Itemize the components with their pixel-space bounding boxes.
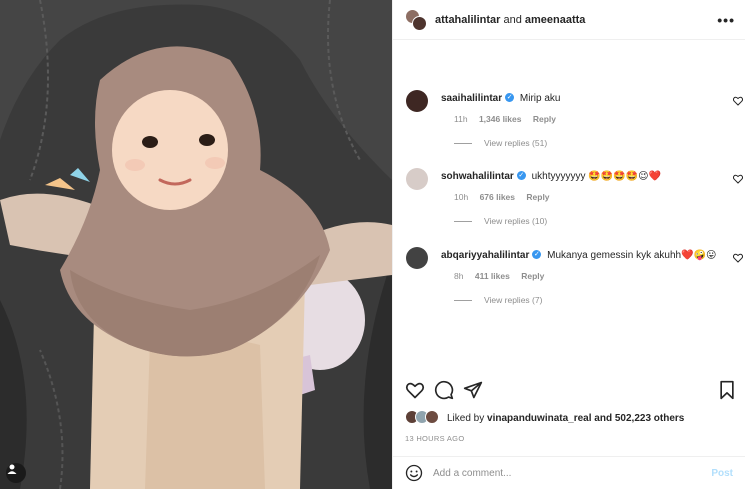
comment-meta: 10h 676 likes Reply (454, 192, 745, 202)
comment-age: 10h (454, 192, 469, 202)
comment-input[interactable]: Add a comment... (433, 468, 711, 479)
comment-likes[interactable]: 1,346 likes (479, 114, 522, 124)
emoji-smiley-icon[interactable] (405, 464, 423, 482)
view-replies-label: View replies (10) (484, 216, 548, 226)
author-conjunction: and (503, 13, 522, 26)
like-comment-heart-icon[interactable] (733, 96, 743, 106)
comment-username[interactable]: sohwahalilintar (441, 171, 514, 182)
post-timestamp: 13 HOURS AGO (405, 434, 465, 443)
verified-badge-icon: ✓ (532, 250, 542, 260)
liked-by-user-link[interactable]: vinapanduwinata_real (487, 413, 591, 424)
avatar[interactable] (406, 168, 428, 190)
more-options-icon[interactable]: ••• (717, 12, 735, 28)
comment-item: sohwahalilintar ✓ ukhtyyyyyyy 🤩🤩🤩🤩😉❤️ 10h… (393, 156, 745, 235)
post-actions-bar (405, 378, 737, 402)
like-heart-icon[interactable] (405, 380, 425, 400)
verified-badge-icon: ✓ (505, 93, 515, 103)
save-bookmark-icon[interactable] (717, 380, 737, 400)
liked-by-avatars (405, 410, 441, 426)
reply-button[interactable]: Reply (526, 192, 549, 202)
share-paper-plane-icon[interactable] (463, 380, 483, 400)
liked-by-summary: Liked by vinapanduwinata_real and 502,22… (405, 410, 684, 426)
verified-badge-icon: ✓ (516, 171, 526, 181)
avatar[interactable] (406, 90, 428, 112)
comment-username[interactable]: saaihalilintar (441, 93, 502, 104)
post-photo[interactable] (0, 0, 392, 489)
comment-bubble-icon[interactable] (434, 380, 454, 400)
like-comment-heart-icon[interactable] (733, 253, 743, 263)
reply-button[interactable]: Reply (533, 114, 556, 124)
avatar (425, 410, 439, 424)
collab-avatars[interactable] (405, 8, 427, 31)
reply-button[interactable]: Reply (521, 271, 544, 281)
user-tag-icon[interactable] (6, 463, 26, 483)
liked-by-prefix: Liked by (447, 412, 485, 424)
comment-likes[interactable]: 676 likes (480, 192, 515, 202)
comment-text: ukhtyyyyyyy 🤩🤩🤩🤩😉❤️ (531, 171, 661, 182)
author-link[interactable]: attahalilintar (435, 14, 500, 26)
view-replies-button[interactable]: View replies (7) (454, 295, 745, 305)
view-replies-label: View replies (51) (484, 138, 548, 148)
baby-photo-illustration (0, 0, 392, 489)
comment-meta: 8h 411 likes Reply (454, 271, 745, 281)
comments-list: saaihalilintar ✓ Mirip aku 11h 1,346 like… (393, 78, 745, 313)
comment-likes[interactable]: 411 likes (475, 271, 510, 281)
comment-meta: 11h 1,346 likes Reply (454, 114, 745, 124)
view-replies-label: View replies (7) (484, 295, 543, 305)
comment-age: 11h (454, 114, 468, 124)
avatar[interactable] (406, 247, 428, 269)
comment-text: Mirip aku (519, 93, 561, 104)
comment-item: saaihalilintar ✓ Mirip aku 11h 1,346 like… (393, 78, 745, 156)
post-authors: attahalilintar and ameenaatta (435, 14, 717, 26)
view-replies-button[interactable]: View replies (10) (454, 216, 745, 226)
like-comment-heart-icon[interactable] (733, 174, 743, 184)
divider (454, 142, 472, 144)
add-comment-bar: Add a comment... Post (393, 456, 745, 489)
post-comment-button[interactable]: Post (711, 468, 733, 479)
divider (454, 220, 472, 222)
comment-age: 8h (454, 271, 464, 281)
view-replies-button[interactable]: View replies (51) (454, 138, 745, 148)
divider (454, 299, 472, 301)
post-header: attahalilintar and ameenaatta ••• (393, 0, 745, 40)
author-link[interactable]: ameenaatta (525, 14, 586, 26)
avatar (412, 15, 427, 31)
liked-by-others-link[interactable]: and 502,223 others (594, 413, 684, 424)
post-details-panel: attahalilintar and ameenaatta ••• saaiha… (392, 0, 745, 489)
comment-username[interactable]: abqariyyahalilintar (441, 250, 529, 261)
comment-text: Mukanya gemessin kyk akuhh❤️🤪😛 (547, 250, 717, 261)
comment-item: abqariyyahalilintar ✓ Mukanya gemessin ky… (393, 235, 745, 313)
